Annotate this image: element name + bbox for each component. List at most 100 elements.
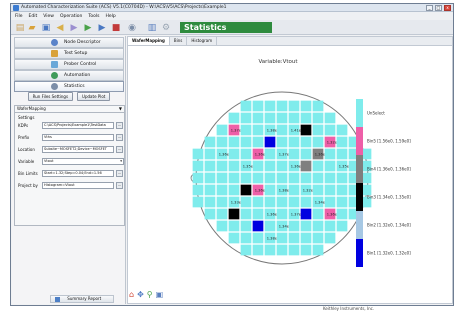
wafer-die[interactable] xyxy=(276,160,288,172)
wafer-die[interactable] xyxy=(216,220,228,232)
location-input[interactable]: Subsite~MOSFET2;Device~MOSFET xyxy=(42,146,114,153)
wafer-die[interactable] xyxy=(300,136,312,148)
wafer-die[interactable] xyxy=(264,136,276,148)
wafer-die[interactable] xyxy=(228,184,240,196)
wafer-die[interactable] xyxy=(276,172,288,184)
wafer-die[interactable] xyxy=(288,244,300,256)
wafer-die[interactable] xyxy=(264,244,276,256)
wafer-die[interactable] xyxy=(300,172,312,184)
wafer-die[interactable] xyxy=(252,196,264,208)
wafer-die[interactable] xyxy=(300,244,312,256)
wafer-die[interactable] xyxy=(288,232,300,244)
wafer-die[interactable] xyxy=(264,148,276,160)
wafer-die[interactable] xyxy=(228,232,240,244)
browse-button[interactable]: ... xyxy=(116,122,123,129)
wafer-die[interactable] xyxy=(204,148,216,160)
wafer-die[interactable] xyxy=(264,220,276,232)
nav-automation[interactable]: Automation xyxy=(14,70,124,81)
wafer-die[interactable] xyxy=(252,232,264,244)
wafer-die[interactable] xyxy=(288,172,300,184)
wafer-die[interactable] xyxy=(228,172,240,184)
wafer-die[interactable] xyxy=(300,232,312,244)
wafer-die[interactable] xyxy=(216,184,228,196)
wafer-die[interactable] xyxy=(312,100,324,112)
new-file-icon[interactable]: ▤ xyxy=(15,23,25,33)
wafer-die[interactable] xyxy=(276,196,288,208)
wafer-die[interactable] xyxy=(324,148,336,160)
wafer-die[interactable] xyxy=(240,232,252,244)
wafer-die[interactable] xyxy=(288,196,300,208)
wafer-die[interactable] xyxy=(192,160,204,172)
close-button[interactable]: x xyxy=(444,5,451,11)
wafer-die[interactable] xyxy=(300,112,312,124)
nav-statistics[interactable]: Statistics xyxy=(14,81,124,92)
wafer-die[interactable] xyxy=(324,220,336,232)
wafer-die[interactable] xyxy=(240,184,252,196)
wafer-die[interactable] xyxy=(276,136,288,148)
wafer-die[interactable] xyxy=(276,124,288,136)
wafer-die[interactable] xyxy=(252,124,264,136)
variable-select[interactable]: Vtout ▾ xyxy=(42,158,124,165)
bin-limits-input[interactable]: Start=1.32;Step=0.04;End=1.56 xyxy=(42,170,114,177)
nav-test-setup[interactable]: Test Setup xyxy=(14,48,124,59)
open-folder-icon[interactable]: ▰ xyxy=(27,23,37,33)
browse-button[interactable]: ... xyxy=(116,170,123,177)
save-icon[interactable]: ▣ xyxy=(41,23,51,33)
nav-prober-control[interactable]: Prober Control xyxy=(14,59,124,70)
wafer-die[interactable] xyxy=(336,124,348,136)
wafer-die[interactable] xyxy=(276,112,288,124)
wafer-die[interactable] xyxy=(312,160,324,172)
wafer-die[interactable] xyxy=(264,196,276,208)
wafer-die[interactable] xyxy=(312,172,324,184)
summary-report-button[interactable]: Summary Report xyxy=(50,295,114,303)
run-files-settings-button[interactable]: Run Files Settings xyxy=(27,92,74,101)
wafer-die[interactable] xyxy=(312,124,324,136)
wafer-die[interactable] xyxy=(276,208,288,220)
wafer-die[interactable] xyxy=(240,100,252,112)
wafer-die[interactable] xyxy=(240,148,252,160)
zoom-icon[interactable]: ⚲ xyxy=(147,290,153,300)
wafer-map[interactable]: 1.37e0 1.38e0 1.41e01.32e01.36e0 1.36e0 1.37… xyxy=(128,57,454,287)
wafer-die[interactable] xyxy=(264,184,276,196)
menu-view[interactable]: View xyxy=(43,14,54,19)
wafer-die[interactable] xyxy=(264,160,276,172)
wafer-die[interactable] xyxy=(312,136,324,148)
wafer-icon[interactable]: ◉ xyxy=(127,23,137,33)
maximize-button[interactable]: □ xyxy=(435,5,442,11)
wafer-die[interactable] xyxy=(252,112,264,124)
wafer-die[interactable] xyxy=(216,196,228,208)
wafer-die[interactable] xyxy=(324,124,336,136)
wafer-die[interactable] xyxy=(312,112,324,124)
wafer-die[interactable] xyxy=(324,196,336,208)
menu-tools[interactable]: Tools xyxy=(88,14,99,19)
tab-bins[interactable]: Bins xyxy=(170,37,188,45)
menu-edit[interactable]: Edit xyxy=(29,14,38,19)
menu-help[interactable]: Help xyxy=(105,14,115,19)
wafer-die[interactable] xyxy=(240,172,252,184)
wafer-die[interactable] xyxy=(300,124,312,136)
wafer-die[interactable] xyxy=(228,160,240,172)
wafer-die[interactable] xyxy=(204,184,216,196)
back-icon[interactable]: ◀ xyxy=(55,23,65,33)
home-icon[interactable]: ⌂ xyxy=(129,290,134,300)
wafer-die[interactable] xyxy=(336,172,348,184)
wafer-die[interactable] xyxy=(336,196,348,208)
wafer-die[interactable] xyxy=(240,244,252,256)
wafer-die[interactable] xyxy=(204,136,216,148)
wafer-die[interactable] xyxy=(276,232,288,244)
chart-icon[interactable]: ▥ xyxy=(147,23,157,33)
wafer-die[interactable] xyxy=(216,160,228,172)
wafer-die[interactable] xyxy=(228,208,240,220)
wafer-die[interactable] xyxy=(252,208,264,220)
nav-node-descriptor[interactable]: Node Descriptor xyxy=(14,37,124,48)
step-icon[interactable]: ▶ xyxy=(97,23,107,33)
wafer-die[interactable] xyxy=(288,112,300,124)
wafer-die[interactable] xyxy=(264,100,276,112)
forward-icon[interactable]: ▶ xyxy=(69,23,79,33)
menu-operation[interactable]: Operation xyxy=(60,14,82,19)
save-plot-icon[interactable]: ▣ xyxy=(156,290,164,300)
wafer-die[interactable] xyxy=(228,112,240,124)
wafer-die[interactable] xyxy=(264,112,276,124)
wafer-die[interactable] xyxy=(300,100,312,112)
wafer-die[interactable] xyxy=(300,160,312,172)
